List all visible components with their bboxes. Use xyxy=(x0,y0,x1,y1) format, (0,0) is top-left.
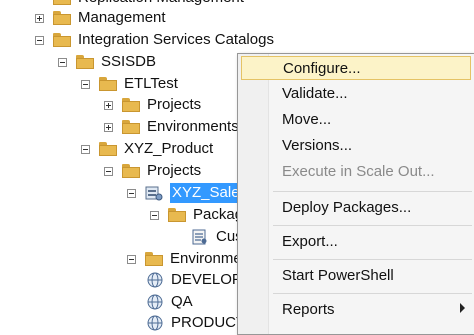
menu-item-label: Validate... xyxy=(282,85,348,102)
menu-item-execute-in-scale-out: Execute in Scale Out... xyxy=(241,160,471,184)
tree-node-xyz-sales[interactable]: XYZ_Sales xyxy=(127,183,250,203)
menu-item-label: Deploy Packages... xyxy=(282,199,412,216)
tree-node-label: PRODUCT xyxy=(171,314,246,331)
folder-icon xyxy=(122,98,140,112)
menu-item-validate[interactable]: Validate... xyxy=(241,82,471,106)
menu-item-label: Configure... xyxy=(283,60,361,77)
menu-item-configure[interactable]: Configure... xyxy=(241,56,471,80)
menu-item-label: Export... xyxy=(282,233,338,250)
tree-node-label: SSISDB xyxy=(101,53,157,70)
menu-item-move[interactable]: Move... xyxy=(241,108,471,132)
tree-node-projects[interactable]: Projects xyxy=(104,95,201,115)
context-menu: Configure... Validate... Move... Version… xyxy=(237,53,474,335)
tree-node-integration-services-catalogs[interactable]: Integration Services Catalogs xyxy=(35,30,274,50)
collapse-icon[interactable] xyxy=(81,144,90,154)
folder-icon xyxy=(99,142,117,156)
menu-item-label: Execute in Scale Out... xyxy=(282,163,435,180)
tree-node-xyz-product[interactable]: XYZ_Product xyxy=(81,139,213,159)
collapse-icon[interactable] xyxy=(81,79,90,89)
folder-icon xyxy=(122,120,140,134)
tree-node-etltest[interactable]: ETLTest xyxy=(81,74,178,94)
environment-icon xyxy=(147,294,163,310)
folder-icon xyxy=(53,33,71,47)
tree-node-label: ETLTest xyxy=(124,75,178,92)
tree-node-package-cus[interactable]: Cus xyxy=(191,227,243,247)
collapse-icon[interactable] xyxy=(104,166,113,176)
tree-node-label: Projects xyxy=(147,96,202,113)
project-icon xyxy=(145,186,163,201)
menu-item-reports[interactable]: Reports xyxy=(241,298,471,322)
tree-node-ssisdb[interactable]: SSISDB xyxy=(58,52,156,72)
tree-node-cut-top[interactable]: Replication Management xyxy=(35,0,244,8)
menu-separator xyxy=(273,225,472,226)
menu-item-label: Move... xyxy=(282,111,332,128)
menu-item-label: Start PowerShell xyxy=(282,267,394,284)
package-icon xyxy=(192,229,207,245)
tree-node-label: Projects xyxy=(147,162,202,179)
submenu-arrow-icon xyxy=(460,303,465,313)
folder-icon xyxy=(53,0,71,5)
menu-separator xyxy=(273,259,472,260)
folder-icon xyxy=(122,164,140,178)
menu-item-export[interactable]: Export... xyxy=(241,230,471,254)
tree-node-label: QA xyxy=(171,293,193,310)
folder-icon xyxy=(168,208,186,222)
expand-icon[interactable] xyxy=(104,100,113,110)
expand-icon[interactable] xyxy=(35,13,44,23)
menu-item-label: Reports xyxy=(282,301,335,318)
tree-node-label: Replication Management xyxy=(78,0,244,8)
menu-separator xyxy=(273,191,472,192)
folder-icon xyxy=(53,11,71,25)
tree-node-product[interactable]: PRODUCT xyxy=(146,313,245,333)
menu-item-deploy-packages[interactable]: Deploy Packages... xyxy=(241,196,471,220)
menu-separator xyxy=(273,293,472,294)
menu-item-start-powershell[interactable]: Start PowerShell xyxy=(241,264,471,288)
tree-node-projects[interactable]: Projects xyxy=(104,161,201,181)
folder-icon xyxy=(145,252,163,266)
tree-node-label: Integration Services Catalogs xyxy=(78,31,274,48)
tree-node-environments[interactable]: Environments xyxy=(104,117,239,137)
folder-icon xyxy=(99,77,117,91)
menu-item-label: Versions... xyxy=(282,137,353,154)
collapse-icon[interactable] xyxy=(150,210,159,220)
folder-icon xyxy=(76,55,94,69)
collapse-icon[interactable] xyxy=(35,35,44,45)
environment-icon xyxy=(147,272,163,288)
tree-node-label: XYZ_Product xyxy=(124,140,214,157)
collapse-icon[interactable] xyxy=(127,188,136,198)
collapse-icon[interactable] xyxy=(127,254,136,264)
collapse-icon[interactable] xyxy=(58,57,67,67)
environment-icon xyxy=(147,315,163,331)
tree-node-management[interactable]: Management xyxy=(35,8,166,28)
tree-node-label: Environments xyxy=(147,118,239,135)
menu-item-versions[interactable]: Versions... xyxy=(241,134,471,158)
expand-icon[interactable] xyxy=(104,122,113,132)
tree-node-label: Management xyxy=(78,9,166,26)
tree-node-qa[interactable]: QA xyxy=(146,292,193,312)
